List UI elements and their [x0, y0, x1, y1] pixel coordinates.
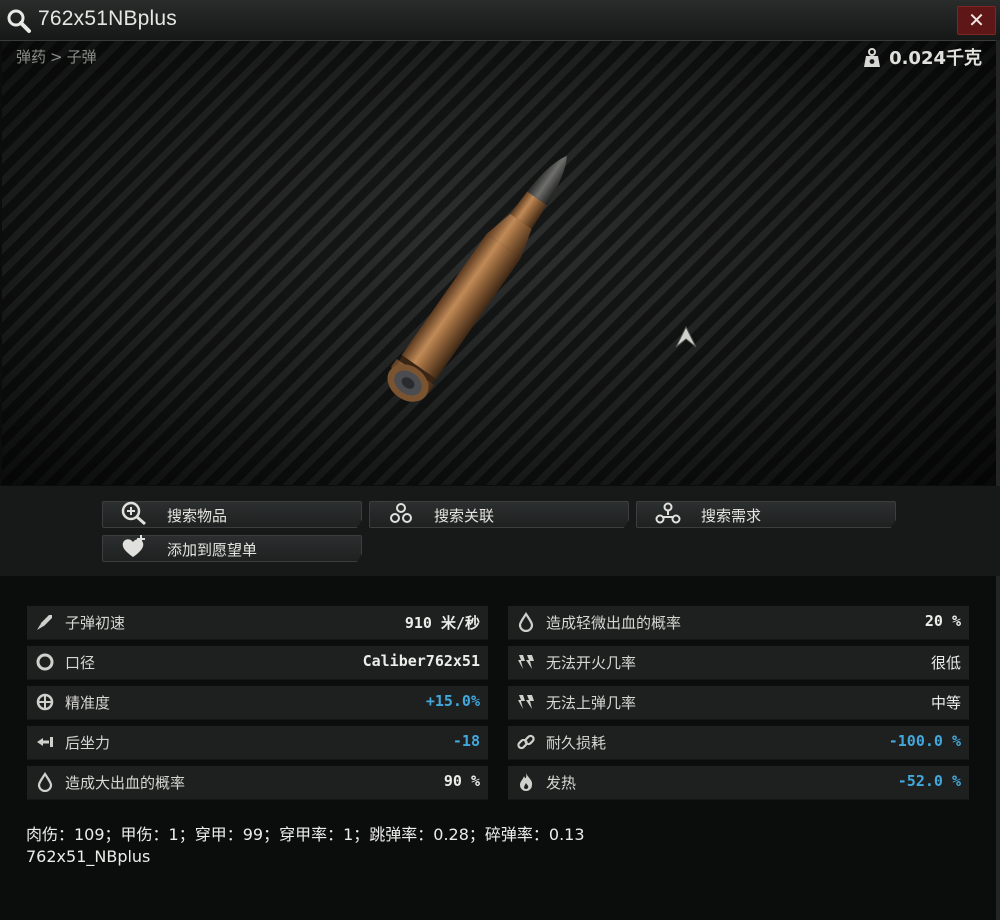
- stat-row: 后坐力 -18: [27, 726, 488, 760]
- requirement-nodes-icon: [655, 502, 681, 524]
- heart-plus-icon: [122, 535, 145, 557]
- stat-name: 子弹初速: [65, 614, 126, 632]
- stat-name: 无法开火几率: [546, 654, 637, 672]
- breadcrumb-item-ammo[interactable]: 弹药: [16, 48, 46, 66]
- add-wishlist-label: 添加到愿望单: [167, 541, 258, 559]
- search-item-button[interactable]: 搜索物品: [102, 501, 362, 528]
- stat-row: 无法上弹几率 中等: [508, 686, 969, 720]
- stat-name: 耐久损耗: [546, 734, 607, 752]
- stat-row: 造成大出血的概率 90 %: [27, 766, 488, 800]
- stat-row: 造成轻微出血的概率 20 %: [508, 606, 969, 640]
- stat-value: 中等: [930, 694, 961, 712]
- ammo-stats-line: 肉伤：109；甲伤：1；穿甲：99；穿甲率：1；跳弹率：0.28；碎弹率：0.1…: [26, 825, 585, 844]
- stat-value: 90 %: [443, 772, 480, 790]
- stat-value: 很低: [930, 654, 961, 672]
- flame-icon: [520, 773, 533, 791]
- chain-link-icon: [517, 734, 535, 750]
- stat-name: 后坐力: [65, 734, 111, 752]
- title-bar: 762x51NBplus ✕: [0, 0, 1000, 41]
- weight-display: 0.024千克: [863, 44, 982, 70]
- stat-value: 20 %: [924, 612, 961, 630]
- weight-value: 0.024千克: [889, 48, 982, 69]
- blood-drop-icon: [518, 612, 534, 632]
- item-preview: 弹药 > 子弹 0.024千克: [2, 41, 996, 485]
- action-bar: 搜索物品 搜索关联 搜索需求 添加到愿望单: [0, 486, 1000, 576]
- search-needs-button[interactable]: 搜索需求: [636, 501, 896, 528]
- stat-row: 无法开火几率 很低: [508, 646, 969, 680]
- stat-row: 耐久损耗 -100.0 %: [508, 726, 969, 760]
- weight-icon: [864, 48, 881, 67]
- close-button[interactable]: ✕: [957, 6, 996, 35]
- search-item-label: 搜索物品: [167, 507, 228, 525]
- stat-value: 910 米/秒: [404, 614, 480, 632]
- bullet-image: [387, 155, 567, 402]
- ammo-details-text: 肉伤：109；甲伤：1；穿甲：99；穿甲率：1；跳弹率：0.28；碎弹率：0.1…: [26, 824, 585, 868]
- add-wishlist-button[interactable]: 添加到愿望单: [102, 535, 362, 562]
- blood-drop-icon: [37, 772, 53, 792]
- window-title: 762x51NBplus: [38, 7, 177, 30]
- ammo-id-line: 762x51_NBplus: [26, 847, 151, 866]
- stat-value: Caliber762x51: [362, 652, 480, 670]
- misfeed-icon: [518, 695, 534, 709]
- breadcrumb-item-bullets[interactable]: 子弹: [67, 48, 97, 66]
- stat-value: -100.0 %: [888, 732, 961, 750]
- stat-row: 发热 -52.0 %: [508, 766, 969, 800]
- stat-name: 口径: [65, 654, 96, 672]
- stat-row: 精准度 +15.0%: [27, 686, 488, 720]
- mouse-cursor-icon: [675, 325, 697, 348]
- search-related-button[interactable]: 搜索关联: [369, 501, 629, 528]
- misfire-icon: [518, 655, 534, 669]
- stat-name: 发热: [546, 774, 577, 792]
- stat-row: 口径 Caliber762x51: [27, 646, 488, 680]
- recoil-icon: [37, 737, 53, 747]
- stat-value: +15.0%: [425, 692, 480, 710]
- related-nodes-icon: [390, 503, 412, 523]
- stat-name: 造成轻微出血的概率: [546, 614, 682, 632]
- stat-row: 子弹初速 910 米/秒: [27, 606, 488, 640]
- stat-name: 无法上弹几率: [546, 694, 637, 712]
- search-related-label: 搜索关联: [434, 507, 495, 525]
- breadcrumb-separator: >: [50, 48, 63, 66]
- stat-value: -52.0 %: [897, 772, 961, 790]
- stat-name: 造成大出血的概率: [65, 774, 186, 792]
- stat-value: -18: [452, 732, 480, 750]
- crosshair-icon: [36, 693, 54, 711]
- search-icon: [7, 9, 31, 33]
- window-border: [996, 40, 1000, 920]
- search-needs-label: 搜索需求: [701, 507, 762, 525]
- magnifier-plus-icon: [121, 501, 146, 526]
- rocket-icon: [37, 615, 52, 630]
- stat-name: 精准度: [65, 694, 111, 712]
- caliber-ring-icon: [36, 653, 54, 671]
- breadcrumb: 弹药 > 子弹: [16, 46, 101, 67]
